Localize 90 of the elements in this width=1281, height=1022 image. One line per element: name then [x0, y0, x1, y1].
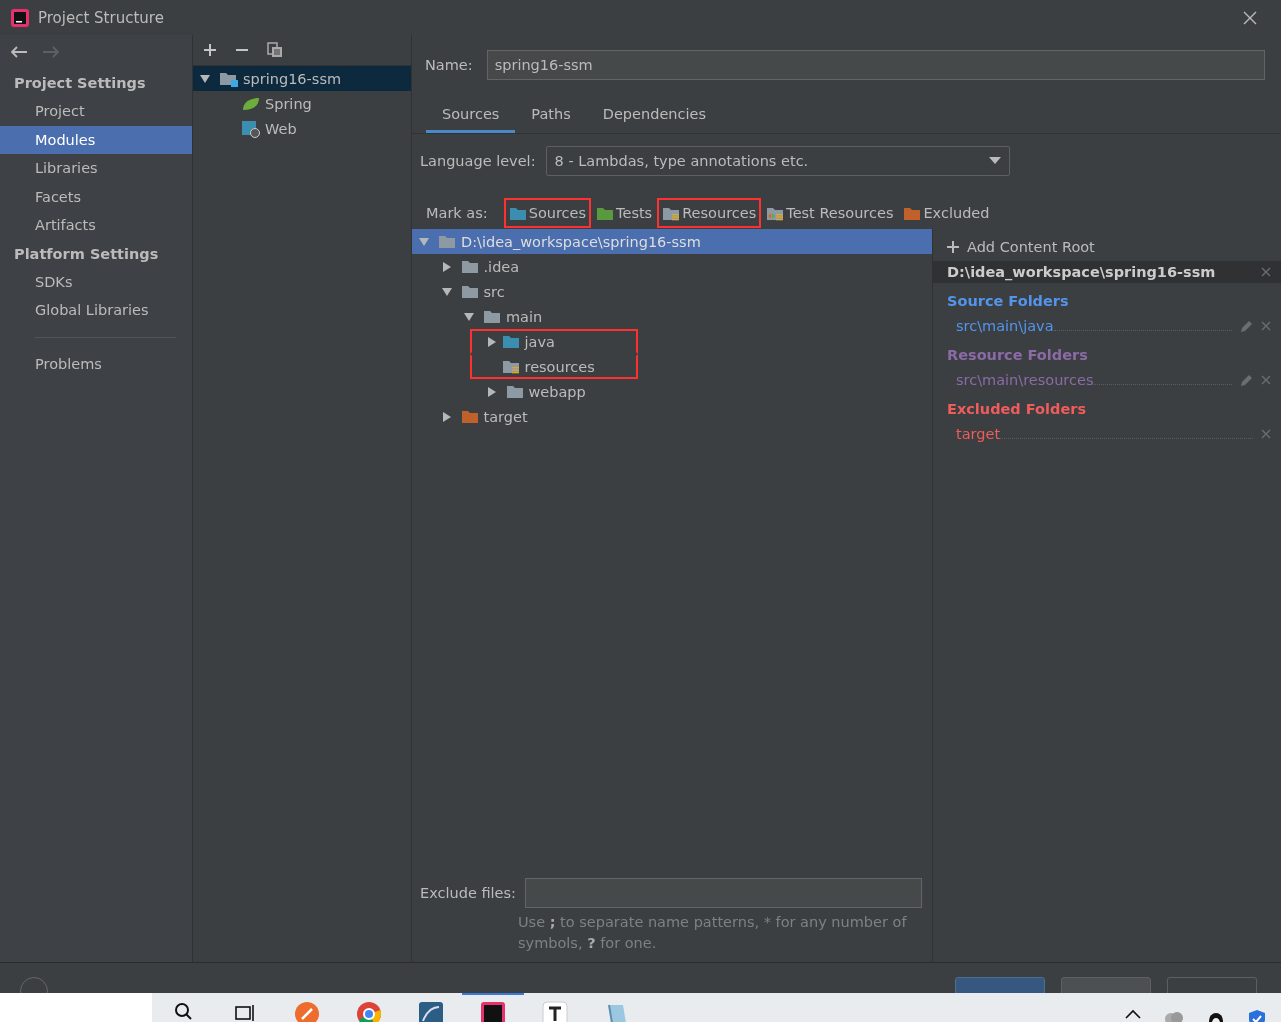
add-content-root-button[interactable]: Add Content Root [933, 234, 1281, 260]
folder-icon [508, 205, 527, 221]
folder-path: src\main\java [956, 318, 1054, 334]
module-tree-item[interactable]: spring16-ssm [193, 66, 411, 91]
exclude-files-label: Exclude files: [420, 885, 516, 901]
collapsed-arrow-icon[interactable] [485, 335, 498, 348]
close-icon[interactable] [1261, 267, 1271, 277]
window-title: Project Structure [38, 8, 164, 27]
highlight-frame: resources [469, 354, 638, 379]
search-icon[interactable] [173, 1001, 193, 1021]
folder-group-heading: Resource Folders [946, 346, 1089, 365]
folder-icon [903, 205, 922, 221]
folder-path: target [956, 426, 1001, 442]
folder-entry: src [456, 279, 511, 304]
content-root-path: D:\idea_workspace\spring16-ssm [947, 264, 1216, 280]
sidebar-item[interactable]: Modules [0, 125, 192, 154]
section-heading: Project Settings [13, 74, 147, 93]
module-folder-icon [219, 70, 239, 87]
name-field[interactable]: spring16-ssm [486, 50, 1265, 80]
copy-icon[interactable] [267, 42, 283, 58]
mark-as-button[interactable]: Excluded [898, 198, 995, 228]
sidebar-item[interactable]: Facets [0, 182, 192, 211]
resource-folder-icon [501, 359, 520, 374]
folder-tree-item[interactable]: target [412, 404, 932, 429]
resource-folder-icon [766, 205, 785, 221]
leaf-icon [241, 95, 261, 112]
folder-entry: target [456, 404, 534, 429]
app-icon[interactable] [480, 1001, 506, 1022]
folder-icon [596, 205, 615, 221]
folder-tree-item[interactable]: src [412, 279, 932, 304]
sidebar-item[interactable]: SDKs [0, 267, 192, 296]
mark-as-label: Mark as: [426, 205, 488, 221]
folder-entry: webapp [501, 379, 592, 404]
module-tree-item[interactable]: Spring [193, 91, 411, 116]
language-level-dropdown[interactable]: 8 - Lambdas, type annotations etc. [545, 146, 1010, 176]
mark-as-button[interactable]: Sources [503, 198, 592, 228]
tab[interactable]: Sources [426, 98, 516, 133]
sidebar-item[interactable]: Global Libraries [0, 296, 192, 325]
collapsed-arrow-icon[interactable] [440, 260, 453, 273]
app-logo-icon [10, 7, 30, 28]
folder-icon [438, 234, 456, 249]
folder-path: src\main\resources [956, 372, 1094, 388]
folder-group-heading: Excluded Folders [946, 400, 1088, 419]
mark-as-button[interactable]: Tests [591, 198, 658, 228]
expanded-arrow-icon[interactable] [440, 285, 453, 298]
folder-entry: main [479, 304, 549, 329]
close-icon[interactable] [1243, 10, 1257, 25]
folder-tree-item[interactable]: .idea [412, 254, 932, 279]
folder-icon [483, 309, 501, 324]
highlight-frame: java [469, 329, 638, 354]
folder-icon [501, 334, 520, 349]
folder-icon [505, 384, 524, 399]
mark-as-button[interactable]: Test Resources [761, 198, 899, 228]
app-icon[interactable] [542, 1001, 568, 1022]
expanded-arrow-icon[interactable] [199, 72, 211, 85]
tab[interactable]: Paths [515, 98, 587, 133]
back-arrow-icon[interactable] [10, 45, 28, 59]
resource-folder-icon [662, 205, 681, 221]
web-icon [241, 119, 261, 138]
sidebar-item[interactable]: Libraries [0, 154, 192, 183]
name-label: Name: [425, 57, 473, 73]
browser-icon[interactable] [356, 1001, 382, 1022]
section-heading: Platform Settings [13, 244, 160, 264]
folder-tree-item[interactable]: webapp [412, 379, 932, 404]
tab[interactable]: Dependencies [586, 98, 722, 133]
sidebar-item[interactable]: Artifacts [0, 211, 192, 240]
folder-icon [460, 409, 479, 424]
module-tree-item[interactable]: Web [193, 116, 411, 141]
folder-tree-item[interactable]: main [412, 304, 932, 329]
caret-up-icon[interactable] [1125, 1009, 1141, 1019]
expanded-arrow-icon[interactable] [463, 310, 475, 323]
folder-entry: .idea [456, 254, 526, 279]
folder-tree-item[interactable]: resources [412, 354, 932, 379]
folder-icon [460, 259, 479, 274]
folder-tree-item[interactable]: D:\idea_workspace\spring16-ssm [412, 229, 932, 254]
collapsed-arrow-icon[interactable] [440, 410, 453, 423]
sidebar-item[interactable]: Project [0, 97, 192, 126]
folder-group-heading: Source Folders [946, 292, 1070, 311]
add-icon[interactable] [203, 43, 217, 57]
mark-as-button[interactable]: Resources [657, 198, 762, 228]
add-icon [947, 241, 959, 253]
hint-text: Use ; to separate name patterns, * for any number of symbols, ? for one. [517, 913, 908, 953]
exclude-files-field[interactable] [524, 878, 922, 908]
dropdown-caret-icon [988, 157, 1001, 165]
sidebar-item[interactable]: Problems [0, 349, 192, 378]
folder-tree-item[interactable]: java [412, 329, 932, 354]
folder-entry: D:\idea_workspace\spring16-ssm [434, 229, 707, 254]
folder-icon [460, 284, 479, 299]
collapsed-arrow-icon[interactable] [485, 385, 498, 398]
language-level-label: Language level: [420, 153, 536, 169]
